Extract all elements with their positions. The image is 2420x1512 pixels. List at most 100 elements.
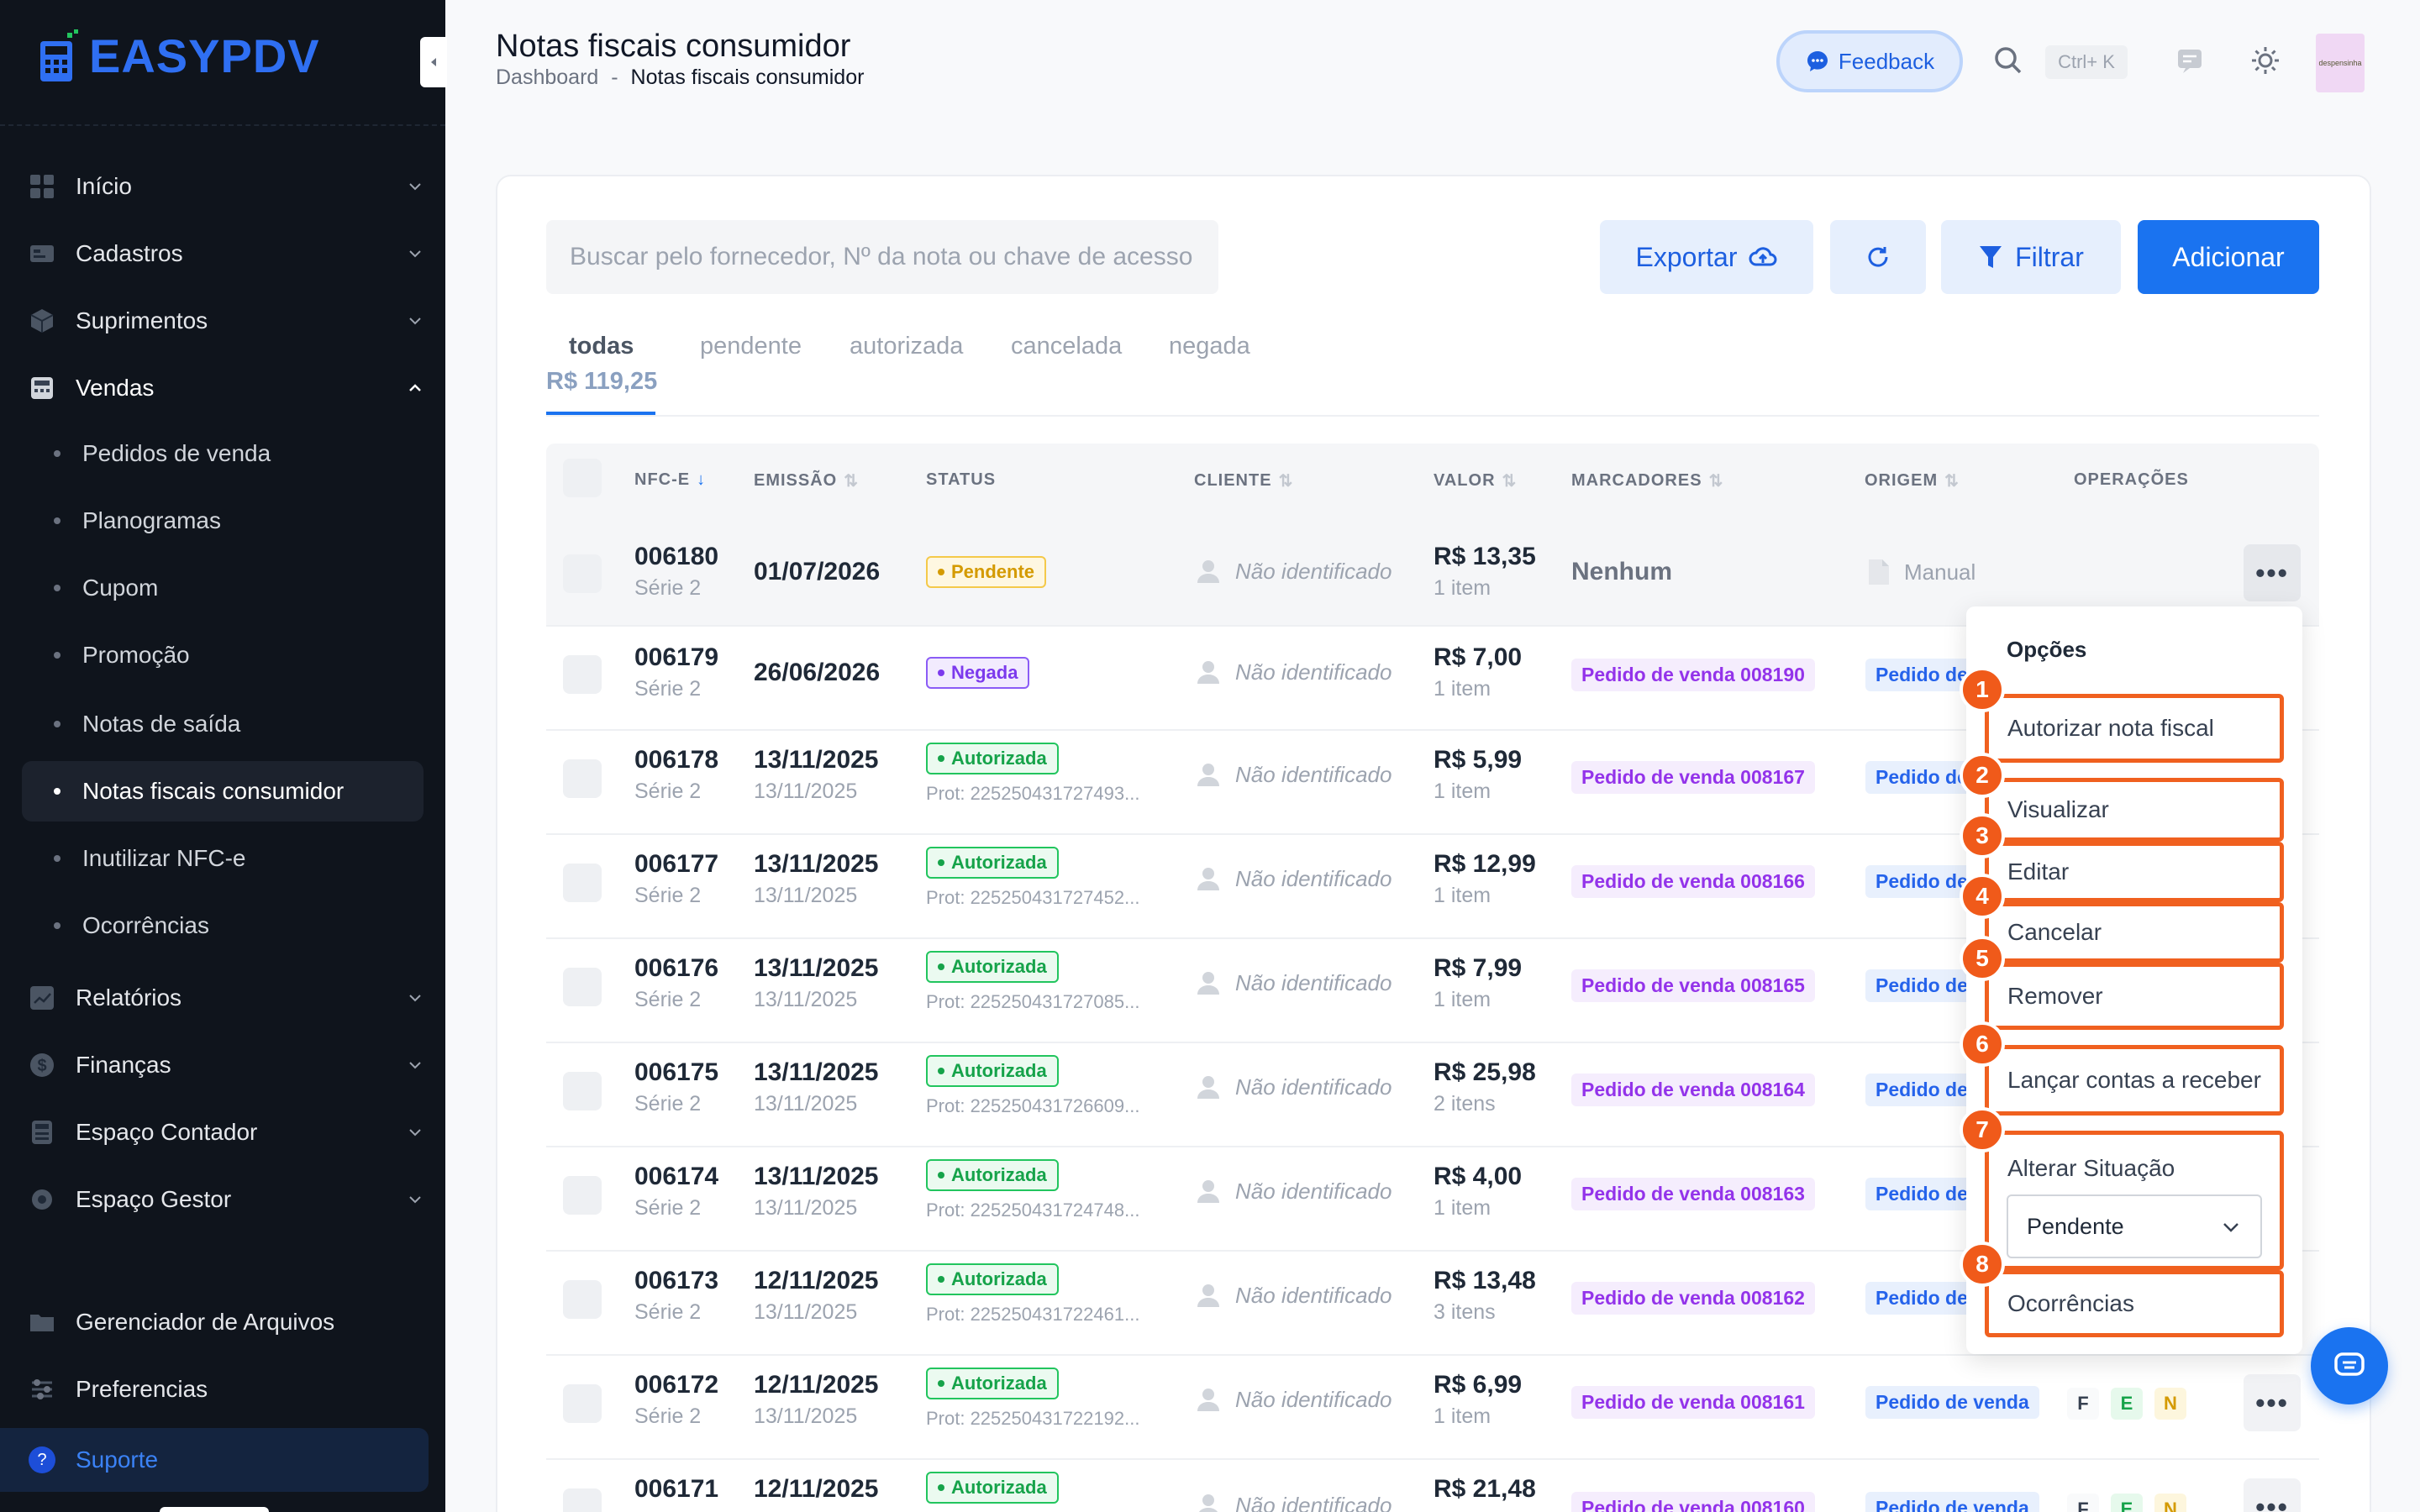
column-header-nfce[interactable]: NFC-E ↓ — [634, 470, 706, 490]
breadcrumb-root[interactable]: Dashboard — [496, 66, 598, 89]
marker-tag[interactable]: Pedido de venda 008161 — [1571, 1386, 1815, 1419]
chat-button[interactable] — [2311, 1327, 2388, 1404]
sidebar-item-gerenciador-de-arquivos[interactable]: Gerenciador de Arquivos — [29, 1297, 424, 1347]
sidebar-item-espaco-contador[interactable]: Espaço Contador — [29, 1107, 424, 1158]
sidebar-subitem-promocao[interactable]: Promoção — [22, 625, 424, 685]
refresh-button[interactable] — [1830, 220, 1926, 294]
row-checkbox[interactable] — [563, 554, 602, 593]
row-checkbox[interactable] — [563, 1176, 602, 1215]
menu-item-lancar-contas-a-receber[interactable]: Lançar contas a receber — [1985, 1045, 2284, 1116]
row-checkbox[interactable] — [563, 1488, 602, 1512]
column-header-valor[interactable]: VALOR ⇅ — [1434, 470, 1517, 491]
row-checkbox[interactable] — [563, 1072, 602, 1110]
feedback-button[interactable]: Feedback — [1776, 30, 1963, 92]
sidebar-subitem-ocorrencias[interactable]: Ocorrências — [22, 895, 424, 956]
sidebar-subitem-planogramas[interactable]: Planogramas — [22, 491, 424, 551]
marker-tag[interactable]: Pedido de venda 008163 — [1571, 1178, 1815, 1210]
row-checkbox[interactable] — [563, 864, 602, 902]
sidebar-item-espaco-gestor[interactable]: Espaço Gestor — [29, 1174, 424, 1225]
marker-tag[interactable]: Pedido de venda 008164 — [1571, 1074, 1815, 1106]
menu-item-autorizar-nota-fiscal[interactable]: Autorizar nota fiscal — [1985, 694, 2284, 763]
nfce-serie: Série 2 — [634, 1092, 702, 1116]
add-button[interactable]: Adicionar — [2138, 220, 2319, 294]
theme-toggle-sun-icon[interactable] — [2249, 44, 2282, 77]
sidebar-item-label: Espaço Contador — [76, 1119, 258, 1145]
marker-tag[interactable]: Pedido de venda 008160 — [1571, 1492, 1815, 1512]
nfce-number: 006175 — [634, 1058, 719, 1086]
row-checkbox[interactable] — [563, 655, 602, 694]
document-icon — [1869, 559, 1889, 585]
scroll-handle[interactable] — [160, 1507, 269, 1512]
menu-item-ocorrencias[interactable]: Ocorrências — [1985, 1270, 2284, 1337]
nfce-serie: Série 2 — [634, 576, 702, 600]
sidebar-item-financas[interactable]: $ Finanças — [29, 1040, 424, 1090]
column-header-marcadores[interactable]: MARCADORES ⇅ — [1571, 470, 1723, 491]
origin-tag[interactable]: Pedido de venda — [1865, 1492, 2039, 1512]
value-amount: R$ 13,35 — [1434, 543, 1536, 570]
messages-icon[interactable] — [2173, 44, 2207, 77]
sidebar-subitem-notas-fiscais-consumidor[interactable]: Notas fiscais consumidor — [22, 761, 424, 822]
sidebar-subitem-inutilizar-nfce[interactable]: Inutilizar NFC-e — [22, 828, 424, 889]
protocol-number: Prot: 225250431722461... — [926, 1304, 1140, 1325]
origin-tag[interactable]: Pedido de venda — [1865, 659, 1966, 691]
tab-negada[interactable]: negada — [1169, 333, 1250, 360]
sidebar-item-suporte[interactable]: ? Suporte — [0, 1428, 429, 1492]
protocol-number: Prot: 225250431724748... — [926, 1200, 1140, 1221]
avatar[interactable]: despensinha — [2316, 34, 2365, 92]
column-header-origem[interactable]: ORIGEM ⇅ — [1865, 470, 1960, 491]
marker-tag[interactable]: Pedido de venda 008162 — [1571, 1282, 1815, 1315]
sidebar-item-vendas[interactable]: Vendas — [29, 363, 424, 413]
search-input[interactable] — [546, 220, 1218, 294]
select-all-checkbox[interactable] — [563, 459, 602, 497]
status-label: Autorizada — [951, 1164, 1047, 1185]
sidebar-item-inicio[interactable]: Início — [29, 161, 424, 212]
column-header-cliente[interactable]: CLIENTE ⇅ — [1194, 470, 1293, 491]
row-checkbox[interactable] — [563, 759, 602, 798]
origin-tag[interactable]: Pedido de venda — [1865, 969, 1966, 1002]
menu-item-remover[interactable]: Remover — [1985, 963, 2284, 1030]
sidebar-item-preferencias[interactable]: Preferencias — [29, 1364, 424, 1415]
client-name: Não identificado — [1235, 558, 1392, 584]
row-options-button[interactable]: ••• — [2244, 1478, 2301, 1512]
menu-item-editar[interactable]: Editar — [1985, 842, 2284, 902]
export-button[interactable]: Exportar — [1600, 220, 1813, 294]
marker-tag[interactable]: Pedido de venda 008166 — [1571, 865, 1815, 898]
menu-item-cancelar[interactable]: Cancelar — [1985, 902, 2284, 963]
protocol-number: Prot: 225250431727452... — [926, 887, 1140, 908]
column-label: MARCADORES — [1571, 471, 1702, 490]
collapse-sidebar-button[interactable] — [420, 37, 447, 87]
marker-tag[interactable]: Pedido de venda 008190 — [1571, 659, 1815, 691]
row-checkbox[interactable] — [563, 1280, 602, 1319]
filter-button[interactable]: Filtrar — [1941, 220, 2121, 294]
origin-tag[interactable]: Pedido de venda — [1865, 865, 1966, 898]
sidebar-subitem-cupom[interactable]: Cupom — [22, 558, 424, 618]
menu-item-visualizar[interactable]: Visualizar — [1985, 778, 2284, 842]
origin-tag[interactable]: Pedido de venda — [1865, 1386, 2039, 1419]
column-header-emissao[interactable]: EMISSÃO ⇅ — [754, 470, 859, 491]
marker-tag[interactable]: Pedido de venda 008167 — [1571, 761, 1815, 794]
nfce-number: 006171 — [634, 1475, 719, 1503]
sidebar-subitem-notas-de-saida[interactable]: Notas de saída — [22, 694, 424, 754]
origin-tag[interactable]: Pedido de venda — [1865, 1282, 1966, 1315]
row-options-button[interactable]: ••• — [2244, 544, 2301, 601]
tab-todas[interactable]: todas — [569, 333, 634, 360]
logo[interactable]: EASYPDV — [37, 29, 320, 83]
tab-pendente[interactable]: pendente — [700, 333, 802, 360]
sidebar-item-cadastros[interactable]: Cadastros — [29, 228, 424, 279]
tab-autorizada[interactable]: autorizada — [850, 333, 963, 360]
sidebar-item-suprimentos[interactable]: Suprimentos — [29, 296, 424, 346]
row-checkbox[interactable] — [563, 1384, 602, 1423]
marker-tag[interactable]: Pedido de venda 008165 — [1571, 969, 1815, 1002]
origin-tag[interactable]: Pedido de venda — [1865, 761, 1966, 794]
tab-cancelada[interactable]: cancelada — [1011, 333, 1122, 360]
status-label: Autorizada — [951, 1373, 1047, 1394]
sidebar-item-relatorios[interactable]: Relatórios — [29, 973, 424, 1023]
search-icon[interactable] — [1991, 44, 2025, 77]
sort-icon: ⇅ — [1502, 472, 1518, 491]
row-checkbox[interactable] — [563, 968, 602, 1006]
origin-tag[interactable]: Pedido de venda — [1865, 1178, 1966, 1210]
situation-select[interactable]: Pendente — [2007, 1194, 2262, 1258]
sidebar-subitem-pedidos-de-venda[interactable]: Pedidos de venda — [22, 423, 424, 484]
origin-tag[interactable]: Pedido de venda — [1865, 1074, 1966, 1106]
row-options-button[interactable]: ••• — [2244, 1374, 2301, 1431]
